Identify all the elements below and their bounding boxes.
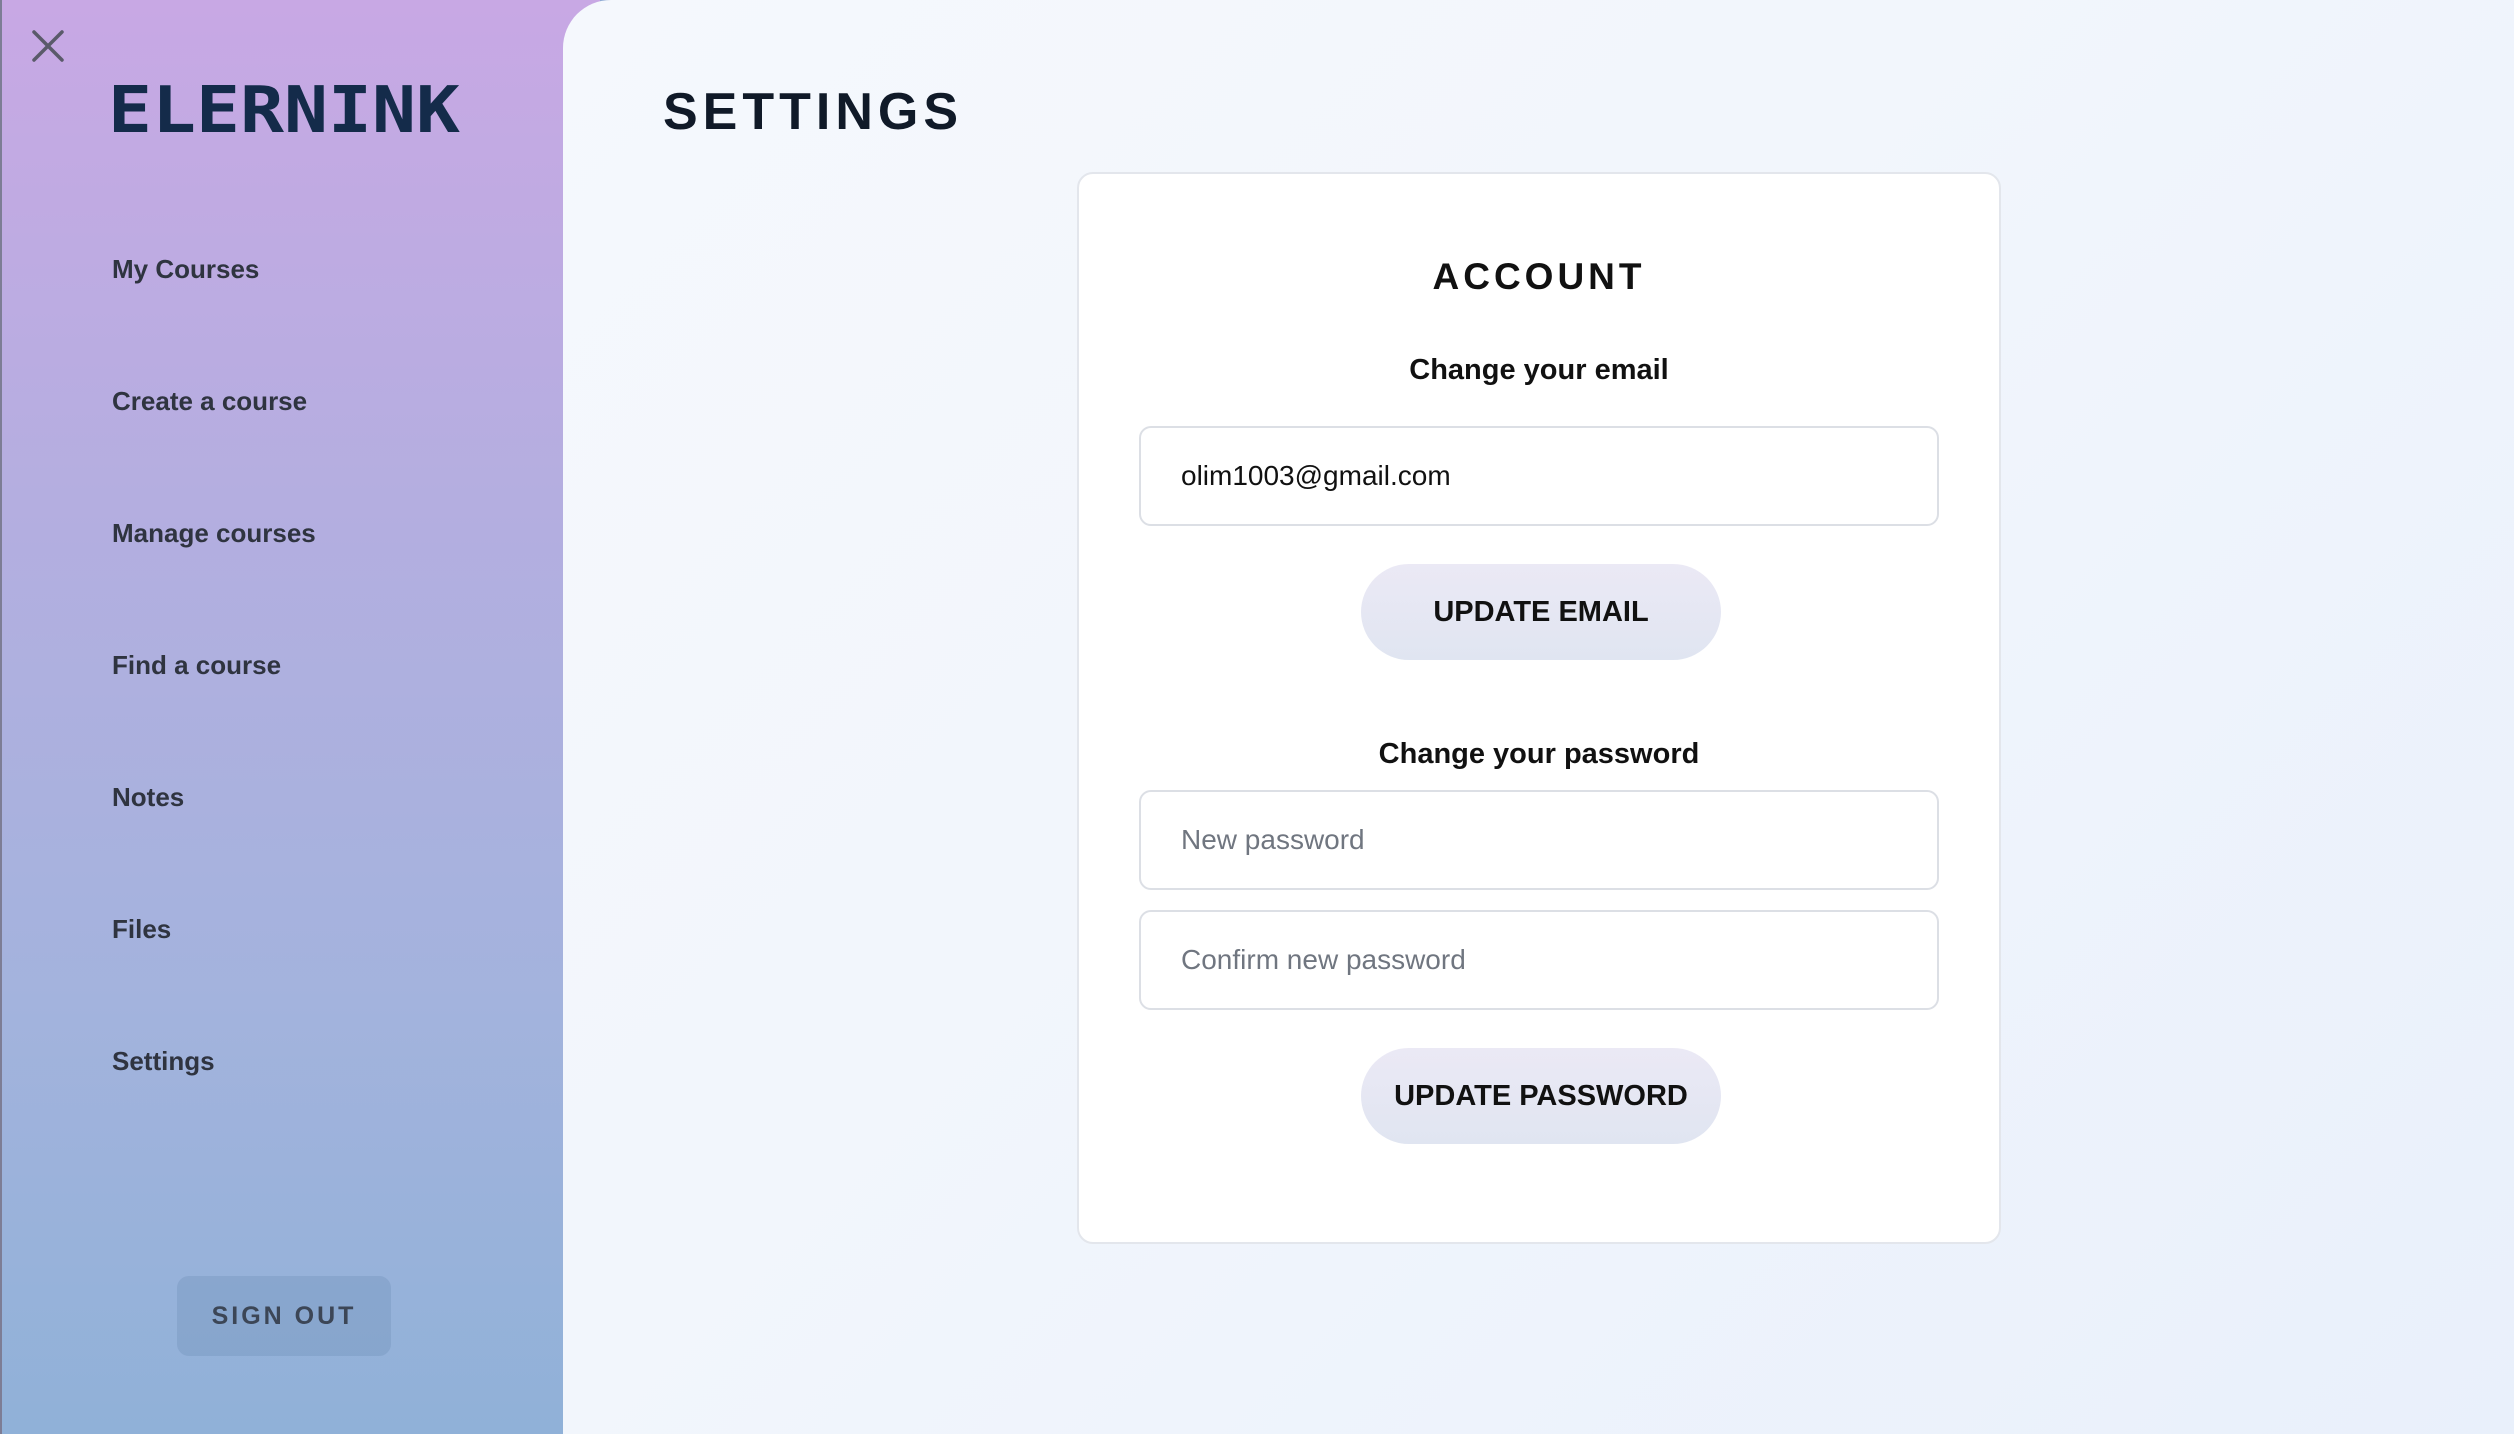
- sidebar-item-settings[interactable]: Settings: [112, 1046, 215, 1077]
- new-password-field[interactable]: [1139, 790, 1939, 890]
- page-title: SETTINGS: [663, 83, 964, 141]
- update-email-button[interactable]: UPDATE EMAIL: [1361, 564, 1721, 660]
- logo: ELERNINK: [108, 74, 462, 148]
- close-icon[interactable]: [24, 22, 72, 70]
- email-field[interactable]: [1139, 426, 1939, 526]
- sidebar-item-files[interactable]: Files: [112, 914, 171, 945]
- sidebar-item-my-courses[interactable]: My Courses: [112, 254, 259, 285]
- update-password-button[interactable]: UPDATE PASSWORD: [1361, 1048, 1721, 1144]
- sidebar-item-find-course[interactable]: Find a course: [112, 650, 281, 681]
- sidebar: ELERNINK My Courses Create a course Mana…: [0, 0, 600, 1434]
- sign-out-button[interactable]: SIGN OUT: [177, 1276, 391, 1356]
- sidebar-item-notes[interactable]: Notes: [112, 782, 184, 813]
- account-card: ACCOUNT Change your email UPDATE EMAIL C…: [1077, 172, 2001, 1244]
- main-panel: SETTINGS ACCOUNT Change your email UPDAT…: [563, 0, 2514, 1434]
- password-section-label: Change your password: [1378, 738, 1700, 770]
- confirm-password-field[interactable]: [1139, 910, 1939, 1010]
- account-card-title: ACCOUNT: [1432, 256, 1646, 297]
- sidebar-item-create-course[interactable]: Create a course: [112, 386, 307, 417]
- logo-text: ELERNINK: [108, 80, 461, 140]
- sidebar-item-manage-courses[interactable]: Manage courses: [112, 518, 316, 549]
- email-section-label: Change your email: [1409, 354, 1669, 386]
